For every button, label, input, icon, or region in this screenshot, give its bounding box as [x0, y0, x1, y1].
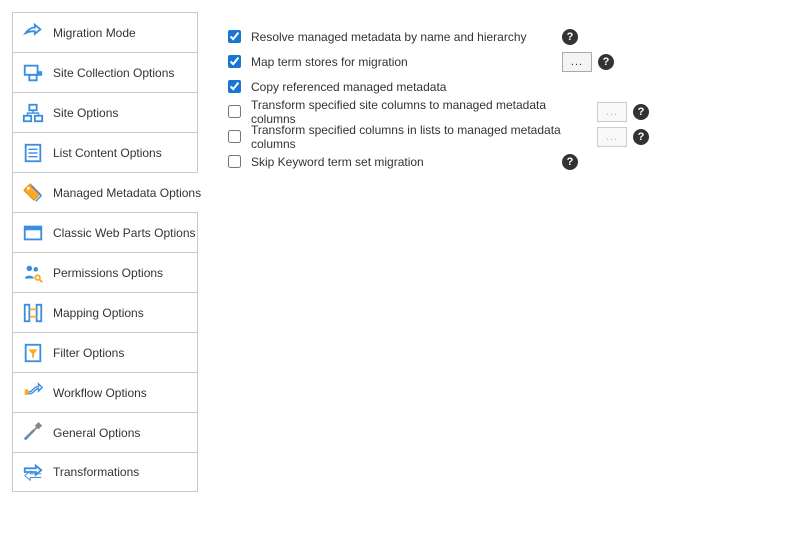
checkbox-copy-referenced-metadata[interactable]: [228, 80, 241, 93]
option-label: Map term stores for migration: [251, 55, 408, 69]
sidebar-item-workflow-options[interactable]: Workflow Options: [12, 372, 198, 412]
sidebar-item-filter-options[interactable]: Filter Options: [12, 332, 198, 372]
option-resolve-managed-metadata: Resolve managed metadata by name and hie…: [228, 24, 768, 49]
checkbox-transform-list-columns[interactable]: [228, 130, 241, 143]
list-icon: [21, 141, 45, 165]
filter-icon: [21, 341, 45, 365]
transformations-icon: [21, 460, 45, 484]
option-label: Transform specified site columns to mana…: [251, 98, 591, 126]
checkbox-resolve-managed-metadata[interactable]: [228, 30, 241, 43]
sidebar-item-general-options[interactable]: General Options: [12, 412, 198, 452]
sidebar-item-mapping-options[interactable]: Mapping Options: [12, 292, 198, 332]
permissions-icon: [21, 261, 45, 285]
option-label: Transform specified columns in lists to …: [251, 123, 591, 151]
site-collection-icon: [21, 61, 45, 85]
sidebar-item-label: General Options: [53, 426, 140, 440]
option-label: Copy referenced managed metadata: [251, 80, 446, 94]
arrow-icon: [21, 21, 45, 45]
checkbox-map-term-stores[interactable]: [228, 55, 241, 68]
help-icon[interactable]: ?: [633, 104, 649, 120]
option-map-term-stores: Map term stores for migration ... ?: [228, 49, 768, 74]
help-icon[interactable]: ?: [562, 154, 578, 170]
ellipsis-button-transform-site-columns[interactable]: ...: [597, 102, 627, 122]
sidebar-item-site-collection-options[interactable]: Site Collection Options: [12, 52, 198, 92]
options-panel: Resolve managed metadata by name and hie…: [198, 12, 788, 537]
sidebar-item-label: Workflow Options: [53, 386, 147, 400]
sidebar-item-managed-metadata-options[interactable]: Managed Metadata Options: [12, 172, 198, 212]
option-transform-site-columns: Transform specified site columns to mana…: [228, 99, 768, 124]
option-transform-list-columns: Transform specified columns in lists to …: [228, 124, 768, 149]
sidebar-item-label: Transformations: [53, 465, 139, 479]
sidebar-item-label: Site Collection Options: [53, 66, 174, 80]
sidebar-item-label: Filter Options: [53, 346, 124, 360]
option-skip-keyword-term-set: Skip Keyword term set migration ?: [228, 149, 768, 174]
ellipsis-button-transform-list-columns[interactable]: ...: [597, 127, 627, 147]
option-copy-referenced-metadata: Copy referenced managed metadata: [228, 74, 768, 99]
sidebar-item-label: Classic Web Parts Options: [53, 226, 196, 240]
option-label: Resolve managed metadata by name and hie…: [251, 30, 527, 44]
sidebar-item-label: Permissions Options: [53, 266, 163, 280]
sidebar-item-permissions-options[interactable]: Permissions Options: [12, 252, 198, 292]
sidebar-item-label: List Content Options: [53, 146, 162, 160]
help-icon[interactable]: ?: [598, 54, 614, 70]
sidebar-item-label: Managed Metadata Options: [53, 186, 201, 200]
help-icon[interactable]: ?: [633, 129, 649, 145]
ellipsis-button-map-term-stores[interactable]: ...: [562, 52, 592, 72]
sidebar-item-site-options[interactable]: Site Options: [12, 92, 198, 132]
sidebar-item-list-content-options[interactable]: List Content Options: [12, 132, 198, 172]
sidebar-item-label: Mapping Options: [53, 306, 144, 320]
tag-icon: [21, 181, 45, 205]
mapping-icon: [21, 301, 45, 325]
option-label: Skip Keyword term set migration: [251, 155, 424, 169]
tools-icon: [21, 421, 45, 445]
sidebar-item-migration-mode[interactable]: Migration Mode: [12, 12, 198, 52]
sidebar-item-transformations[interactable]: Transformations: [12, 452, 198, 492]
sidebar-item-classic-webparts-options[interactable]: Classic Web Parts Options: [12, 212, 198, 252]
workflow-icon: [21, 381, 45, 405]
checkbox-transform-site-columns[interactable]: [228, 105, 241, 118]
checkbox-skip-keyword-term-set[interactable]: [228, 155, 241, 168]
sidebar-item-label: Migration Mode: [53, 26, 136, 40]
webparts-icon: [21, 221, 45, 245]
sidebar: Migration Mode Site Collection Options S…: [12, 12, 198, 537]
help-icon[interactable]: ?: [562, 29, 578, 45]
sidebar-item-label: Site Options: [53, 106, 118, 120]
site-options-icon: [21, 101, 45, 125]
